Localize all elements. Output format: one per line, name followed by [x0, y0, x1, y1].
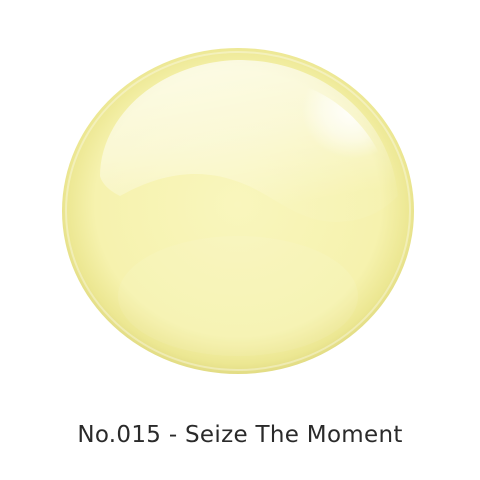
- shade-name-label: No.015 - Seize The Moment: [77, 422, 403, 448]
- color-swatch: [60, 46, 416, 376]
- swatch-circle-graphic: [62, 48, 414, 374]
- swatch-lower-glow: [118, 236, 358, 356]
